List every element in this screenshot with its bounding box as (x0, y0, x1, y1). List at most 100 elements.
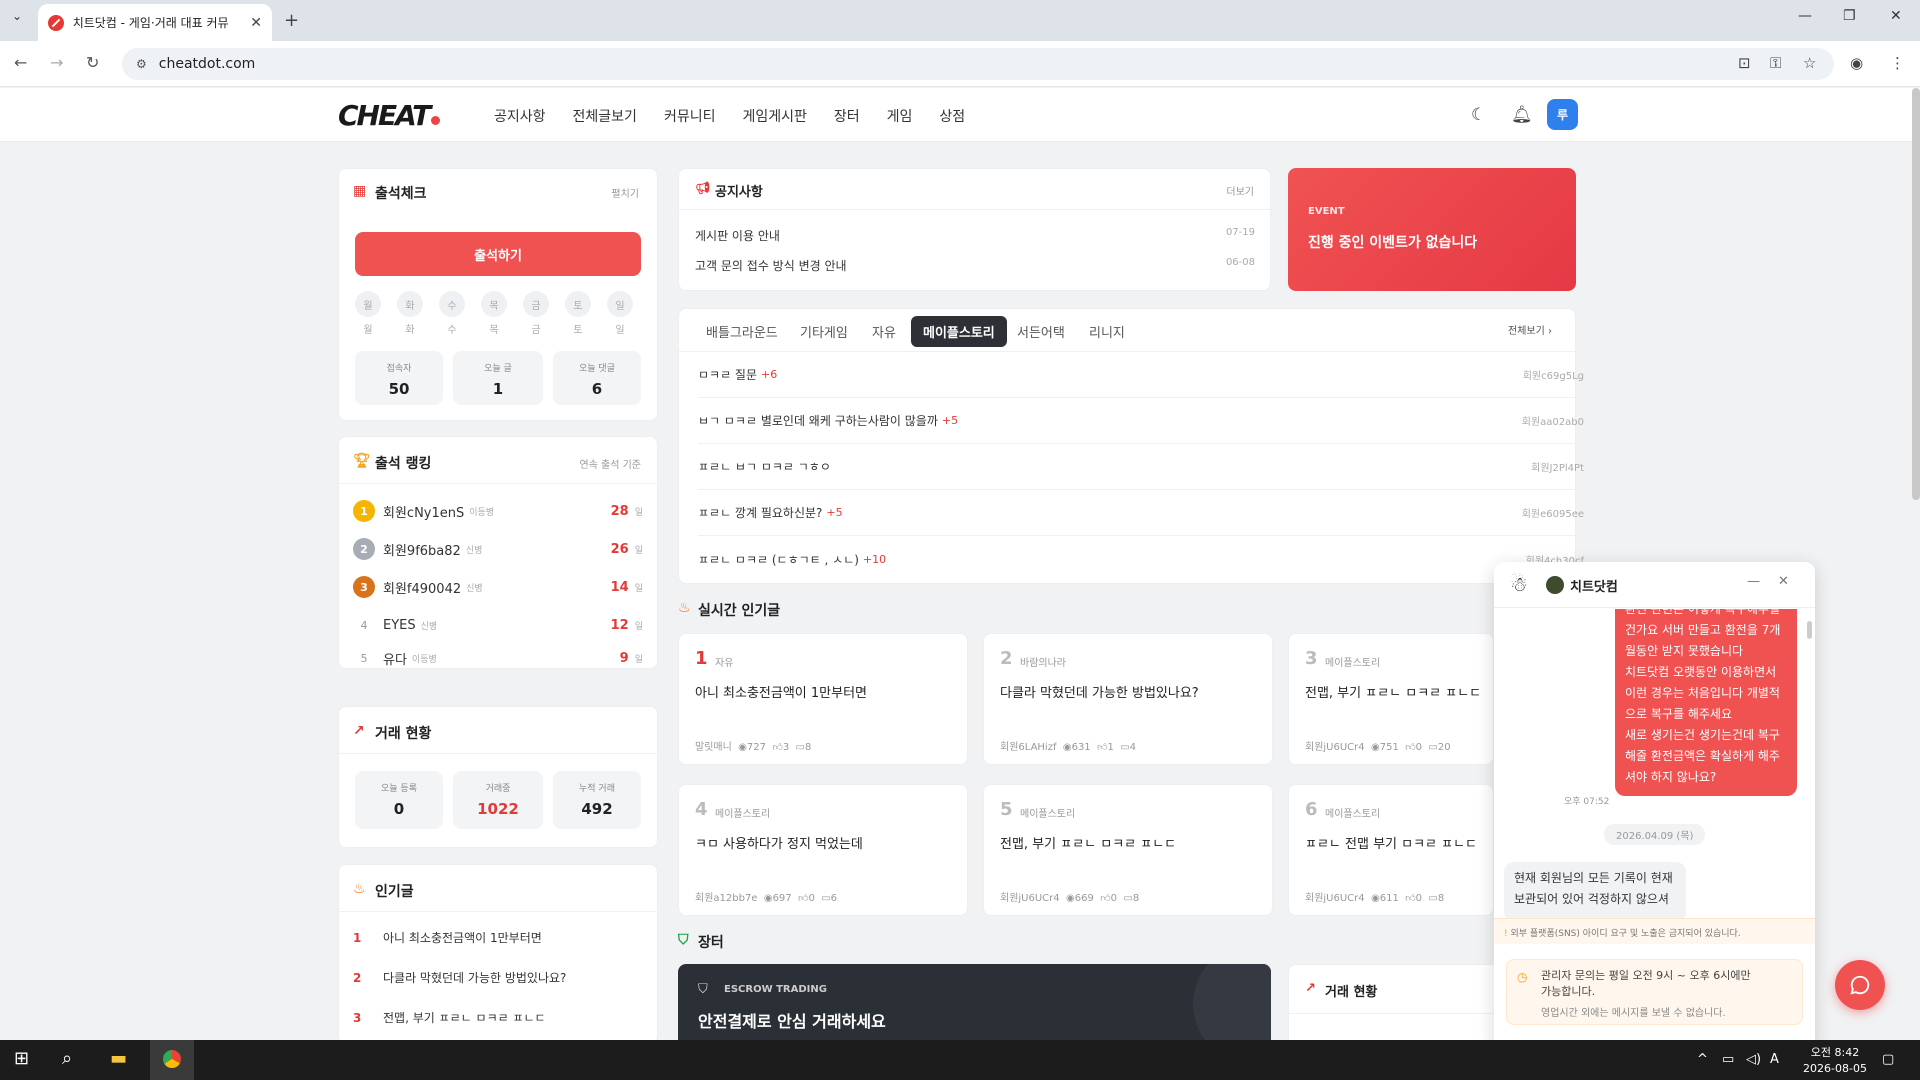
stat-value: 0 (393, 800, 405, 818)
nav-market[interactable]: 장터 (834, 106, 860, 126)
notification-center-icon[interactable]: ▢ (1882, 1052, 1894, 1067)
nav-community[interactable]: 커뮤니티 (664, 106, 716, 126)
market-trade-title: 거래 현황 (1325, 985, 1378, 1000)
reload-icon[interactable]: ↻ (86, 53, 99, 72)
popular-card[interactable]: 3 메이플스토리 전맵, 부기 ㅍㄹㄴ ㅁㅋㄹ ㅍㄴㄷ 회원jU6UCr4 ◉7… (1288, 633, 1494, 765)
ranking-row[interactable]: 2 회원9f6ba82 신병 26 일 (353, 537, 643, 561)
post-row[interactable]: ㅍㄹㄴ 깡계 필요하신분? +5 회원e6095ee (698, 490, 1584, 536)
rank-level: 신병 (466, 583, 483, 594)
popular-card-rank: 3 (1305, 648, 1318, 669)
post-title: ㅍㄹㄴ ㅂㄱ ㅁㅋㄹ ㄱㅎㅇ (698, 460, 831, 474)
attendance-toggle[interactable]: 펼치기 (611, 185, 639, 200)
site-info-icon[interactable]: ⚙ (136, 57, 147, 71)
thumb-icon: 👍︎ (772, 742, 783, 753)
shield-check-icon: ⛉ (678, 932, 689, 948)
notice-row[interactable]: 고객 문의 접수 방식 변경 안내 06-08 (695, 257, 1255, 274)
browser-tab[interactable]: 치트닷컴 - 게임·거래 대표 커뮤 ✕ (38, 4, 272, 41)
post-row[interactable]: ㅁㅋㄹ 질문 +6 회원c69g5Lg (698, 352, 1584, 398)
chat-header: ☃ 치트닷컴 — ✕ (1494, 562, 1815, 608)
install-icon[interactable]: ⊡ (1738, 54, 1751, 72)
profile-icon[interactable]: ◉ (1850, 54, 1863, 72)
trade-title: 거래 현황 (375, 726, 432, 742)
notice-more-link[interactable]: 더보기 (1226, 183, 1254, 198)
nav-game-board[interactable]: 게임게시판 (742, 106, 806, 126)
tab-free[interactable]: 자유 (860, 316, 908, 347)
clock-time[interactable]: 오전 8:42 (1800, 1044, 1870, 1060)
card-author: 회원a12bb7e (695, 893, 758, 904)
escrow-banner[interactable]: ⛉ ESCROW TRADING 안전결제로 안심 거래하세요 (678, 964, 1271, 1040)
rank-name: EYES (383, 617, 416, 633)
tab-other-games[interactable]: 기타게임 (788, 316, 860, 347)
chat-avatar (1546, 576, 1564, 594)
new-tab-icon[interactable]: + (284, 10, 299, 31)
board-view-all-link[interactable]: 전체보기 › (1508, 322, 1552, 337)
eye-icon: ◉ (1066, 893, 1075, 904)
popular-item[interactable]: 1 아니 최소충전금액이 1만부터면 (353, 929, 542, 946)
network-icon[interactable]: ▭ (1722, 1052, 1734, 1067)
windows-start-icon[interactable]: ⊞ (14, 1048, 29, 1069)
search-icon[interactable]: ⌕ (62, 1048, 72, 1069)
file-explorer-icon[interactable]: ▬ (110, 1048, 127, 1069)
today-posts-stat: 오늘 글 1 (453, 351, 543, 405)
page-scrollbar[interactable] (1912, 88, 1920, 500)
url-bar[interactable]: ⚙ cheatdot.com (122, 48, 1834, 80)
chat-bubble-icon (1850, 975, 1870, 995)
stat-label: 누적 거래 (579, 784, 615, 794)
post-row[interactable]: ㅍㄹㄴ ㅁㅋㄹ (ㄷㅎㄱㅌ , ㅅㄴ) +10 회원4ch30cf (698, 536, 1584, 582)
chat-fab-button[interactable] (1835, 960, 1885, 1010)
minimize-icon[interactable]: — (1798, 8, 1812, 24)
tab-search-icon[interactable]: ⌄ (12, 9, 22, 23)
tab-close-icon[interactable]: ✕ (250, 15, 262, 31)
ime-indicator[interactable]: A (1770, 1052, 1779, 1067)
tab-battlegrounds[interactable]: 배틀그라운드 (694, 316, 790, 347)
popular-card[interactable]: 2 바람의나라 다클라 막혔던데 가능한 방법있나요? 회원6LAHizf ◉6… (983, 633, 1273, 765)
popular-item[interactable]: 3 전맵, 부기 ㅍㄹㄴ ㅁㅋㄹ ㅍㄴㄷ (353, 1009, 546, 1026)
nav-all-posts[interactable]: 전체글보기 (573, 106, 637, 126)
site-logo[interactable]: CHEAT (338, 99, 441, 132)
day-label: 월 (363, 325, 373, 336)
divider (339, 753, 659, 754)
ranking-row[interactable]: 4 EYES 신병 12 일 (353, 613, 644, 637)
notification-bell-icon[interactable]: 🔔︎ (1511, 105, 1533, 125)
ranking-row[interactable]: 3 회원f490042 신병 14 일 (353, 575, 643, 599)
ranking-row[interactable]: 1 회원cNy1enS 이등병 28 일 (353, 499, 643, 523)
tab-lineage[interactable]: 리니지 (1077, 316, 1137, 347)
popular-item[interactable]: 2 다클라 막혔던데 가능한 방법있나요? (353, 969, 566, 986)
dark-mode-moon-icon[interactable]: ☾ (1471, 105, 1486, 125)
tray-up-icon[interactable]: ^ (1697, 1052, 1708, 1067)
post-row[interactable]: ㅍㄹㄴ ㅂㄱ ㅁㅋㄹ ㄱㅎㅇ 회원J2Pl4Pt (698, 444, 1584, 490)
chrome-taskbar-item[interactable] (150, 1040, 194, 1080)
event-banner[interactable]: EVENT 진행 중인 이벤트가 없습니다 (1288, 168, 1576, 291)
restore-icon[interactable]: ❐ (1843, 8, 1856, 24)
back-icon[interactable]: ← (14, 53, 27, 72)
site-favicon-icon (48, 14, 64, 31)
tab-sudden-attack[interactable]: 서든어택 (1005, 316, 1077, 347)
chat-close-icon[interactable]: ✕ (1778, 574, 1789, 589)
volume-icon[interactable]: ◁) (1746, 1052, 1761, 1067)
site-header: CHEAT 공지사항 전체글보기 커뮤니티 게임게시판 장터 게임 상점 ☾ 🔔… (0, 88, 1920, 142)
ranking-row[interactable]: 5 유다 이등병 9일 (353, 651, 644, 668)
post-title: ㅁㅋㄹ 질문 (698, 368, 758, 382)
password-key-icon[interactable]: ⚿ (1770, 54, 1781, 72)
chat-scrollbar[interactable] (1807, 621, 1812, 639)
notice-row[interactable]: 게시판 이용 안내 07-19 (695, 227, 1255, 244)
menu-kebab-icon[interactable]: ⋮ (1890, 54, 1905, 72)
user-avatar[interactable]: 루 (1547, 99, 1578, 130)
nav-shop[interactable]: 상점 (939, 106, 965, 126)
clock-date[interactable]: 2026-08-05 (1793, 1062, 1877, 1075)
attend-button[interactable]: 출석하기 (355, 232, 641, 276)
close-window-icon[interactable]: ✕ (1890, 8, 1902, 24)
popular-card[interactable]: 5 메이플스토리 전맵, 부기 ㅍㄹㄴ ㅁㅋㄹ ㅍㄴㄷ 회원jU6UCr4 ◉6… (983, 784, 1273, 916)
forward-icon[interactable]: → (50, 53, 63, 72)
day-circle: 일 (607, 291, 633, 317)
post-row[interactable]: ㅂㄱ ㅁㅋㄹ 별로인데 왜케 구하는사람이 많을까 +5 회원aa02ab0 (698, 398, 1584, 444)
post-author: 회원aa02ab0 (1521, 417, 1584, 428)
chat-minimize-icon[interactable]: — (1747, 574, 1760, 589)
nav-notice[interactable]: 공지사항 (494, 106, 546, 126)
popular-card[interactable]: 6 메이플스토리 ㅍㄹㄴ 전맵 부기 ㅁㅋㄹ ㅍㄴㄷ 회원jU6UCr4 ◉61… (1288, 784, 1494, 916)
tab-maplestory[interactable]: 메이플스토리 (911, 316, 1007, 347)
nav-game[interactable]: 게임 (887, 106, 913, 126)
bookmark-star-icon[interactable]: ☆ (1803, 54, 1816, 72)
popular-card[interactable]: 4 메이플스토리 ㅋㅁ 사용하다가 정지 먹었는데 회원a12bb7e ◉697… (678, 784, 968, 916)
popular-card[interactable]: 1 자유 아니 최소충전금액이 1만부터면 말릿매니 ◉727 👍︎3 ▭8 (678, 633, 968, 765)
